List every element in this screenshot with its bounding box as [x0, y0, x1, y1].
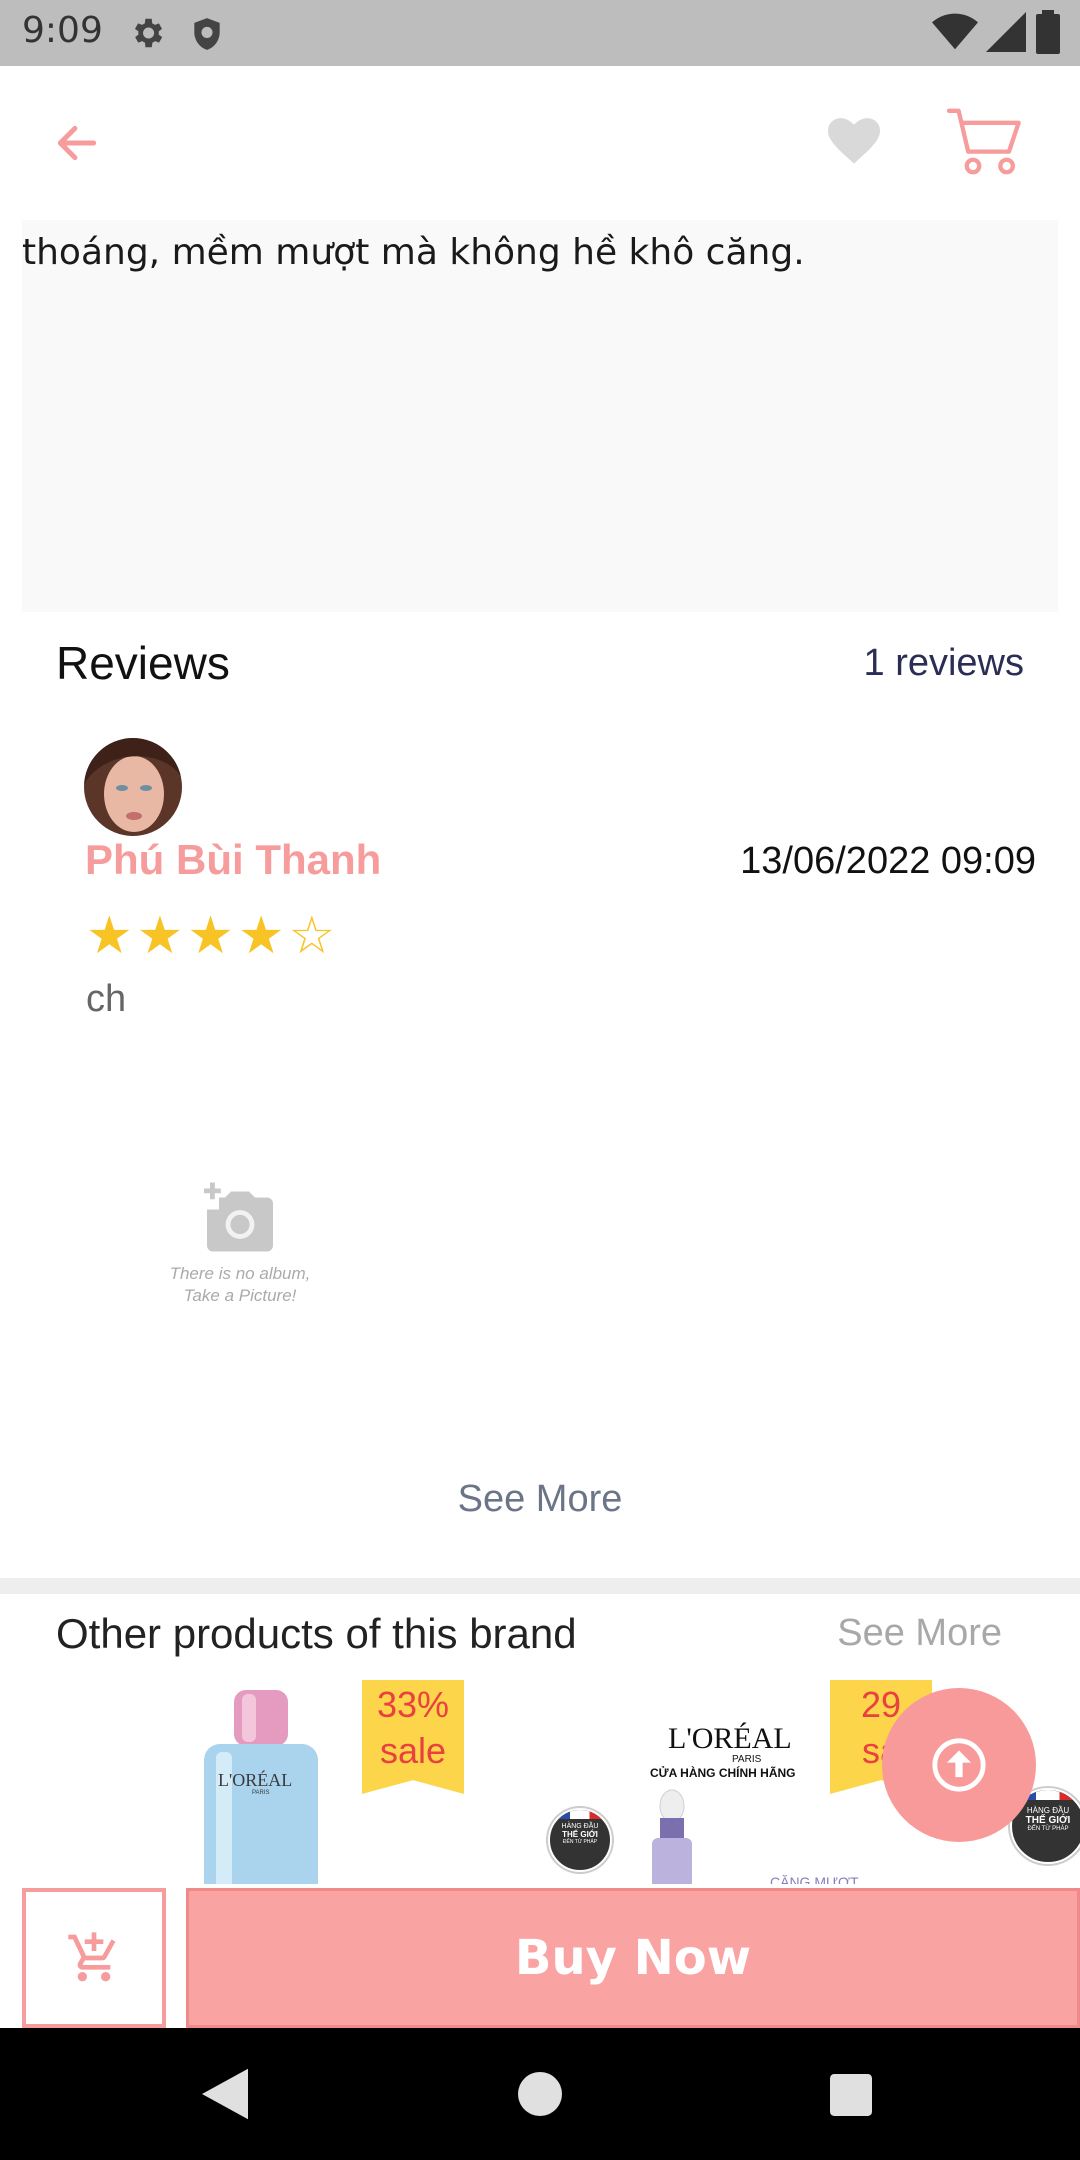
other-products-see-more-link[interactable]: See More [837, 1612, 1002, 1655]
back-arrow-icon[interactable] [50, 118, 104, 168]
review-date: 13/06/2022 09:09 [740, 840, 1036, 882]
product-brand: L'ORÉAL [218, 1770, 293, 1790]
wifi-icon [932, 13, 978, 50]
star-outline-icon: ☆ [288, 907, 336, 965]
product-brand-sub: PARIS [252, 1790, 270, 1796]
scroll-to-top-button[interactable] [882, 1688, 1036, 1842]
review-text: ch [86, 978, 127, 1020]
add-photo-icon [204, 1182, 273, 1252]
nav-back-icon[interactable] [202, 2068, 248, 2120]
section-divider [0, 1578, 1080, 1594]
add-to-cart-button[interactable] [22, 1888, 166, 2028]
cart-icon[interactable] [946, 106, 1024, 178]
no-album-placeholder[interactable]: There is no album, Take a Picture! [150, 1182, 330, 1307]
description-text: thoáng, mềm mượt mà không hề khô căng. [22, 232, 805, 273]
nav-home-icon[interactable] [518, 2072, 562, 2116]
reviewer-name: Phú Bùi Thanh [85, 836, 382, 883]
add-to-cart-icon [68, 1932, 116, 1982]
sale-badge: 33% sale [362, 1680, 464, 1794]
buy-now-button[interactable]: Buy Now [186, 1888, 1080, 2028]
star-filled-icon: ★ [86, 907, 133, 965]
status-time: 9:09 [22, 10, 103, 51]
system-navigation-bar [0, 2028, 1080, 2160]
nav-recents-icon[interactable] [830, 2074, 872, 2116]
app-bar [0, 66, 1080, 220]
reviews-see-more-link[interactable]: See More [0, 1478, 1080, 1521]
bottom-action-bar: Buy Now [0, 1884, 1080, 2028]
star-filled-icon: ★ [136, 907, 184, 965]
heart-icon[interactable] [828, 118, 880, 166]
star-filled-icon: ★ [187, 907, 234, 965]
review-rating: ★ ★ ★ ★ ☆ [86, 910, 335, 962]
arrow-up-icon [932, 1738, 986, 1792]
product-brand-sub: PARIS [732, 1754, 762, 1765]
shield-icon [194, 18, 220, 50]
no-album-line2: Take a Picture! [183, 1286, 297, 1305]
star-filled-icon: ★ [237, 907, 285, 965]
description-panel: thoáng, mềm mượt mà không hề khô căng. [22, 220, 1058, 612]
status-bar: 9:09 [0, 0, 1080, 66]
store-label: CỬA HÀNG CHÍNH HÃNG [650, 1766, 796, 1780]
serum-image [652, 1789, 692, 1890]
settings-icon [134, 18, 163, 48]
battery-icon [1036, 10, 1060, 54]
no-album-line1: There is no album, [169, 1264, 311, 1283]
avatar [84, 738, 182, 836]
other-products-title: Other products of this brand [56, 1610, 577, 1657]
reviews-count[interactable]: 1 reviews [864, 642, 1025, 685]
sale-percent: 33% [376, 1684, 450, 1725]
signal-icon [986, 12, 1026, 52]
product-card[interactable]: L'ORÉAL PARIS 33% sale [0, 1680, 470, 1890]
world-leader-badge: HÀNG ĐẦU THẾ GIỚI ĐẾN TỪ PHÁP [548, 1808, 612, 1872]
reviews-title: Reviews [56, 637, 230, 689]
sale-label: sale [379, 1730, 447, 1771]
product-brand: L'ORÉAL [668, 1722, 792, 1755]
